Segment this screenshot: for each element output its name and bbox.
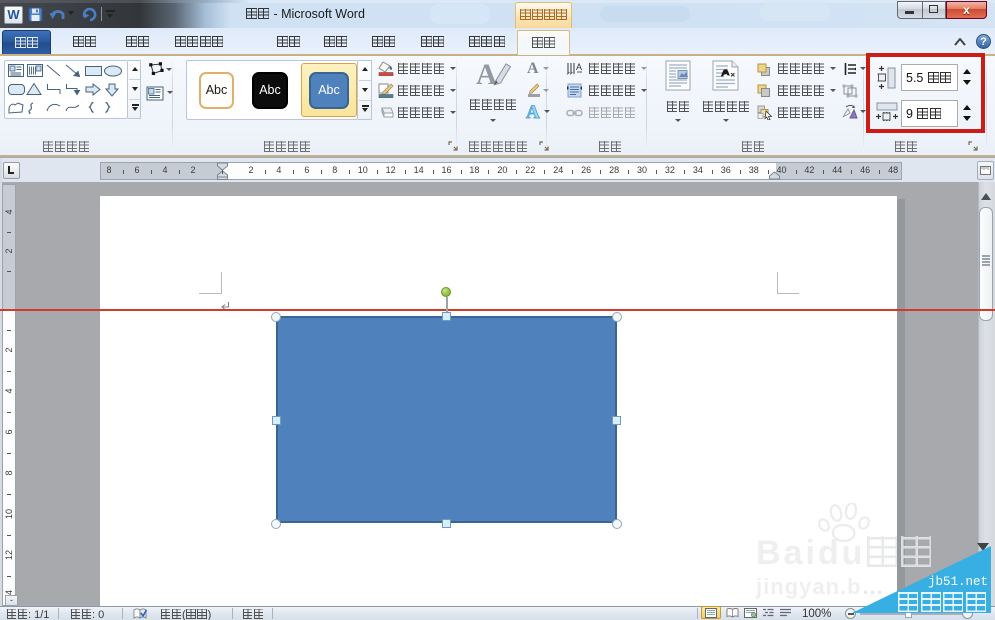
svg-text:A: A <box>576 62 582 72</box>
